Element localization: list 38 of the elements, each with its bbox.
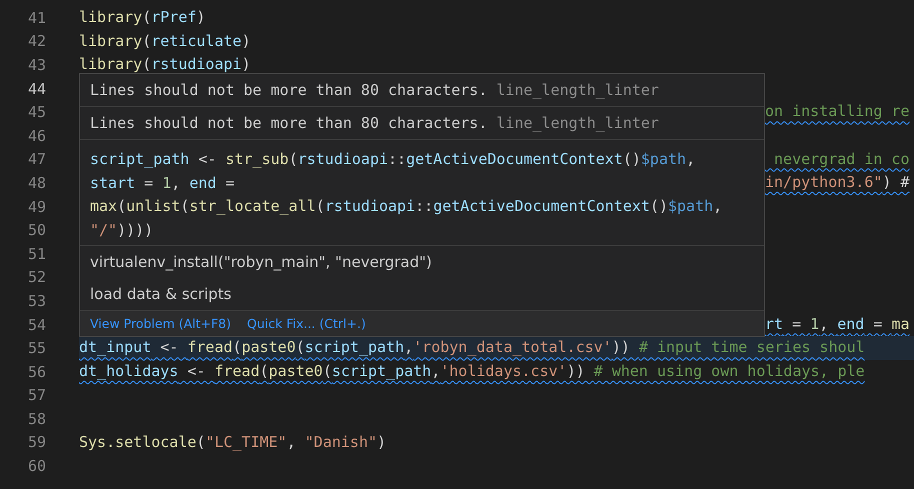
action-link[interactable]: Quick Fix... (Ctrl+.) <box>247 316 366 331</box>
line-number: 45 <box>26 103 46 122</box>
line-number: 50 <box>26 221 46 240</box>
line-number: 57 <box>26 386 46 404</box>
code-line: rt = 1, end = ma <box>765 314 910 335</box>
code-line: library(rPref) <box>79 7 206 28</box>
line-number: 42 <box>26 32 46 50</box>
diagnostic-message: Lines should not be more than 80 characters. <box>90 114 488 132</box>
code-line: library(rstudioapi) <box>79 54 252 76</box>
code-line: on installing re <box>765 101 910 122</box>
line-number: 58 <box>26 410 46 428</box>
code-line: dt_holidays <- fread(paste0(script_path,'holidays.csv')) # when using own holidays, ple <box>79 360 866 382</box>
line-number: 48 <box>26 174 46 192</box>
code-line: Sys.setlocale("LC_TIME", "Danish") <box>79 432 388 453</box>
line-number: 41 <box>26 8 46 27</box>
line-number: 46 <box>26 126 46 145</box>
line-number: 59 <box>26 433 46 452</box>
hover-text: virtualenv_install("robyn_main", "nevergrad") <box>89 252 433 273</box>
action-link[interactable]: View Problem (Alt+F8) <box>90 316 232 331</box>
line-number: 56 <box>26 362 46 381</box>
line-number: 54 <box>26 316 46 334</box>
code-line: library(reticulate) <box>79 30 252 52</box>
line-number: 49 <box>26 198 46 216</box>
diagnostic-message: Lines should not be more than 80 characters. <box>90 81 488 99</box>
line-number: 53 <box>26 292 46 310</box>
linter-name: line_length_linter <box>496 81 659 99</box>
code-line: in/python3.6") # <box>765 172 910 194</box>
line-number: 60 <box>26 457 46 476</box>
line-number: 43 <box>26 56 46 74</box>
line-number: 44 <box>26 80 46 98</box>
code-line: nevergrad in co <box>773 148 910 170</box>
linter-name: line_length_linter <box>496 114 659 132</box>
hover-text: load data & scripts <box>89 284 232 305</box>
line-number: 51 <box>26 244 46 263</box>
code-snippet: script_path <- str_sub(rstudioapi::getActiveDocumentContext()$path, start = 1, end = max(unlist(str_locate_all(rstudioapi::getActiveDocumentContext()$path, "/")))) <box>80 140 764 246</box>
line-number: 55 <box>26 339 46 358</box>
line-number: 52 <box>26 268 46 286</box>
line-number: 47 <box>26 150 46 168</box>
